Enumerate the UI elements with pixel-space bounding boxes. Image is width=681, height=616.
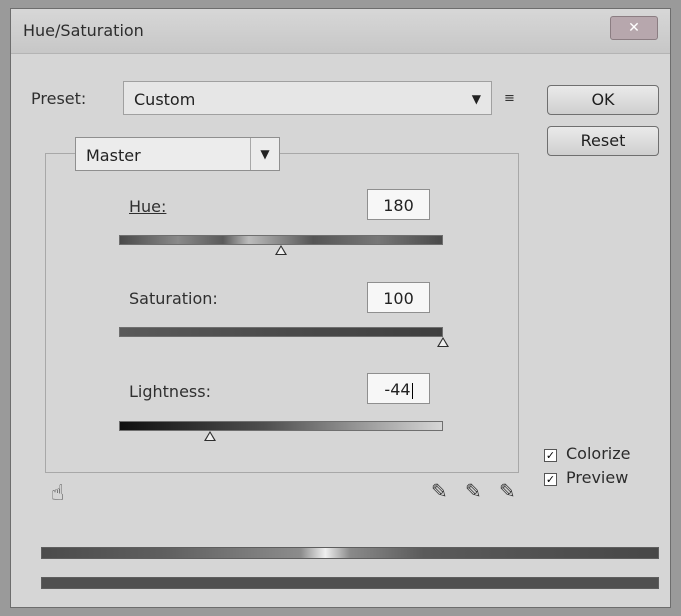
chevron-down-icon: ▼ — [471, 92, 481, 106]
lightness-slider-thumb[interactable] — [203, 431, 216, 441]
lightness-input[interactable]: -44 — [367, 373, 430, 404]
saturation-input[interactable]: 100 — [367, 282, 430, 313]
output-color-bar — [41, 577, 659, 589]
colorize-checkbox[interactable]: ✓ — [544, 449, 557, 462]
hand-tool-icon[interactable]: ☝ — [51, 481, 64, 506]
close-button[interactable]: ✕ — [610, 16, 658, 40]
channel-dropdown[interactable]: Master ▼ — [75, 137, 280, 171]
input-color-bar — [41, 547, 659, 559]
eyedropper-plus-icon[interactable]: ✎ — [465, 479, 482, 503]
lightness-label: Lightness: — [129, 382, 211, 401]
lightness-track — [119, 421, 443, 431]
chevron-down-icon: ▼ — [250, 138, 279, 170]
preset-value: Custom — [134, 90, 196, 109]
reset-button[interactable]: Reset — [547, 126, 659, 156]
ok-button[interactable]: OK — [547, 85, 659, 115]
hue-saturation-dialog: Hue/Saturation ✕ Preset: Custom ▼ ≡ OK R… — [10, 8, 671, 608]
eyedropper-minus-icon[interactable]: ✎ — [499, 479, 516, 503]
preview-checkbox[interactable]: ✓ — [544, 473, 557, 486]
colorize-label: Colorize — [566, 444, 631, 463]
hue-track — [119, 235, 443, 245]
title-bar: Hue/Saturation ✕ — [11, 9, 670, 54]
saturation-label: Saturation: — [129, 289, 218, 308]
dialog-title: Hue/Saturation — [23, 21, 144, 40]
eyedropper-icon[interactable]: ✎ — [431, 479, 448, 503]
saturation-track — [119, 327, 443, 337]
hue-slider-thumb[interactable] — [275, 245, 287, 255]
preset-label: Preset: — [31, 89, 87, 108]
preview-label: Preview — [566, 468, 629, 487]
text-cursor — [411, 382, 413, 399]
hue-label: Hue: — [129, 197, 167, 216]
saturation-slider-thumb[interactable] — [437, 337, 449, 347]
preset-options-icon[interactable]: ≡ — [504, 91, 516, 106]
channel-value: Master — [86, 146, 141, 165]
hue-input[interactable]: 180 — [367, 189, 430, 220]
preset-dropdown[interactable]: Custom ▼ — [123, 81, 492, 115]
